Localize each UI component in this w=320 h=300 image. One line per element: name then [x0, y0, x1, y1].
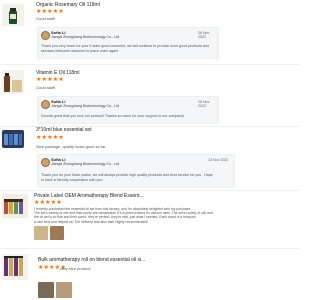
reply-date: 13 Nov 2022 — [208, 158, 229, 162]
seller-reply: Sofia Li Jiangxi Zhongxiang Biotechnolog… — [37, 154, 235, 188]
reply-body-line: Thank you for your 5star praise, we will… — [41, 173, 213, 177]
avatar — [41, 31, 50, 40]
review-comment: Good stuff! — [36, 85, 56, 90]
star-rating: ★★★★★ — [36, 135, 64, 141]
product-title[interactable]: Private Label OEM Aromatherapy Blend Ess… — [34, 193, 144, 199]
product-title[interactable]: Vitamin E Oil 118ml — [36, 70, 79, 76]
blue-essential-set-icon — [2, 130, 24, 148]
reply-body-line: Sounds great that you love our product! … — [41, 114, 185, 118]
divider — [0, 248, 300, 249]
divider — [0, 64, 300, 65]
reply-body: Thank you very much for your 5 stars goo… — [41, 44, 217, 53]
reviews-page: Organic Rosemary Oil 118ml ★★★★★ Good st… — [0, 0, 300, 300]
reply-body-line: services,Welcome welcome to place order … — [41, 48, 120, 53]
review-comment: I recently purchased the essential oil s… — [34, 207, 234, 224]
star-rating: ★★★★★ — [36, 9, 64, 15]
reply-date: 28 Nov 2022 — [198, 100, 210, 108]
reply-body: Thank you for your 5star praise, we will… — [41, 173, 233, 182]
rosemary-oil-bottle-icon — [2, 4, 24, 26]
reply-company: Jiangxi Zhongxiang Biotechnology Co., Lt… — [51, 35, 120, 39]
reply-company: Jiangxi Zhongxiang Biotechnology Co., Lt… — [51, 162, 120, 166]
reply-date: 28 Nov 2022 — [198, 31, 210, 39]
review-comment: Good stuff! — [36, 16, 56, 21]
review-photo[interactable] — [34, 226, 48, 240]
vitamin-e-bottle-icon — [2, 70, 24, 94]
product-title[interactable]: Bulk aromatherapy roll on blend essentia… — [38, 257, 145, 263]
divider — [0, 190, 300, 191]
review-comment: very nice product — [60, 266, 91, 271]
product-title[interactable]: 3*10ml blue essential set — [36, 127, 92, 133]
review-photo[interactable] — [56, 282, 72, 298]
reply-body-line: Thank you very much for your 5 stars goo… — [41, 44, 209, 48]
product-title[interactable]: Organic Rosemary Oil 118ml — [36, 2, 100, 8]
aromatherapy-blend-bottles-icon — [2, 194, 28, 218]
product-thumbnail[interactable] — [2, 70, 24, 94]
reply-body-line: to have a friendly cooperation with you. — [41, 177, 104, 182]
avatar — [41, 100, 50, 109]
reply-company: Jiangxi Zhongxiang Biotechnology Co., Lt… — [51, 104, 120, 108]
star-rating: ★★★★★ — [34, 200, 62, 206]
star-rating: ★★★★★ — [36, 77, 64, 83]
seller-reply: Sofia Li Jiangxi Zhongxiang Biotechnolog… — [37, 27, 219, 59]
product-thumbnail[interactable] — [2, 130, 24, 148]
review-photo[interactable] — [38, 282, 54, 298]
avatar — [41, 158, 50, 167]
roll-on-oil-set-icon — [2, 254, 28, 280]
product-thumbnail[interactable] — [2, 254, 28, 280]
product-thumbnail[interactable] — [2, 194, 28, 218]
reply-body: Sounds great that you love our product! … — [41, 114, 217, 119]
review-comment: Nice package, quality looks good so far — [36, 144, 106, 149]
review-photo[interactable] — [50, 226, 64, 240]
seller-reply: Sofia Li Jiangxi Zhongxiang Biotechnolog… — [37, 96, 219, 124]
review-comment-line: a nice kind and helped us! The delivery … — [34, 219, 149, 224]
product-thumbnail[interactable] — [2, 4, 24, 26]
